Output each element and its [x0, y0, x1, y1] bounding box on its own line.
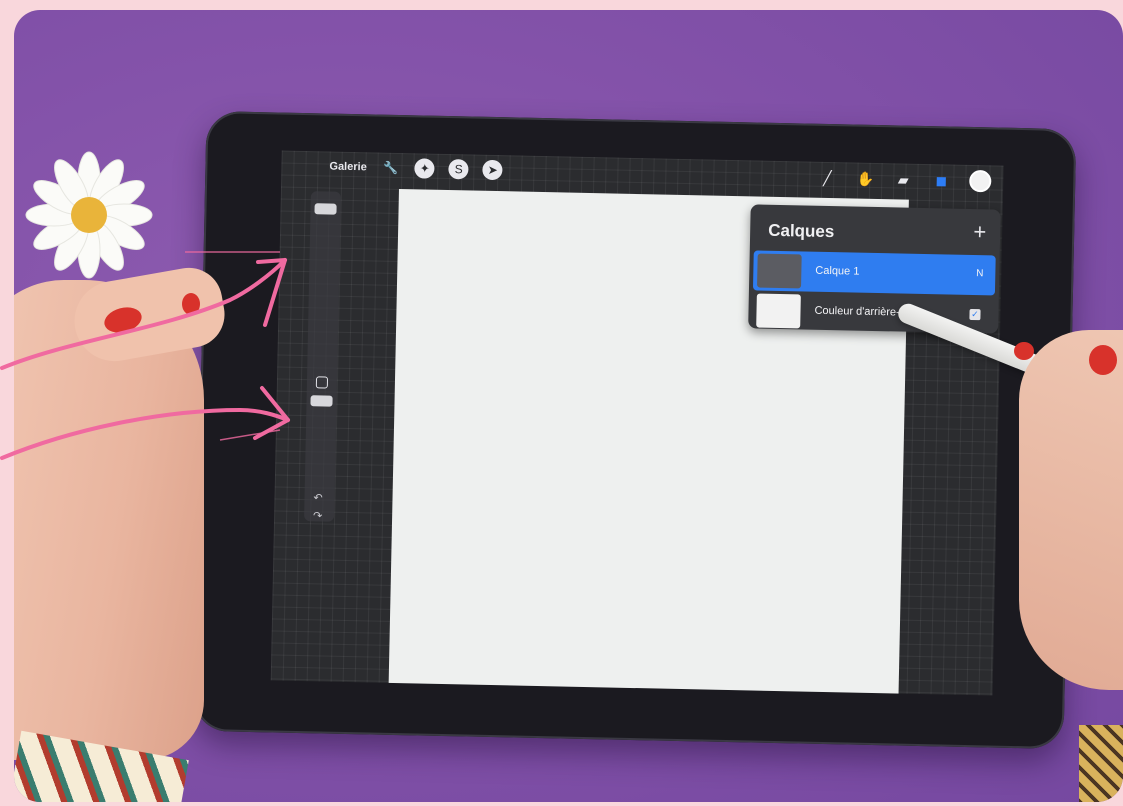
toolbar-right: ╱ ✋ ▰ ◼: [817, 167, 992, 193]
add-layer-button[interactable]: +: [973, 219, 986, 245]
red-nail: [1014, 342, 1034, 360]
color-circle-icon[interactable]: [969, 169, 992, 193]
procreate-screen: Galerie 🔧 ✦ S ➤ ╱ ✋ ▰ ◼ ↶ ↷ Calques + Ca…: [270, 150, 1004, 696]
brush-icon[interactable]: ╱: [817, 169, 837, 186]
layers-panel: Calques + Calque 1 N Couleur d'arrière-p…: [748, 204, 1001, 334]
layer-name: Calque 1: [815, 264, 860, 278]
layers-panel-title: Calques: [768, 220, 835, 242]
layer-thumbnail: [757, 253, 802, 289]
gallery-button[interactable]: Galerie: [329, 161, 367, 174]
brush-size-slider-handle[interactable]: [314, 203, 337, 215]
left-sidebar: ↶ ↷: [304, 191, 341, 522]
smudge-icon[interactable]: ✋: [855, 170, 875, 187]
magic-wand-icon[interactable]: ✦: [414, 158, 435, 179]
blend-mode-label[interactable]: N: [976, 268, 983, 279]
right-hand: [1019, 330, 1123, 690]
eraser-icon[interactable]: ▰: [893, 171, 913, 188]
procreate-topbar: Galerie 🔧 ✦ S ➤ ╱ ✋ ▰ ◼: [281, 151, 1003, 196]
red-nail: [1089, 345, 1117, 375]
modify-button[interactable]: [315, 376, 329, 389]
undo-icon[interactable]: ↶: [313, 491, 322, 504]
opacity-slider-handle[interactable]: [310, 395, 333, 407]
photo-frame: Galerie 🔧 ✦ S ➤ ╱ ✋ ▰ ◼ ↶ ↷ Calques + Ca…: [14, 10, 1123, 802]
visibility-checkbox[interactable]: ✓: [969, 308, 981, 321]
layer-thumbnail: [756, 293, 801, 329]
selection-s-icon[interactable]: S: [448, 159, 469, 180]
red-nail: [182, 293, 200, 315]
layer-row-calque-1[interactable]: Calque 1 N: [752, 250, 996, 296]
patterned-sleeve-right: [1079, 725, 1123, 802]
ipad-device: Galerie 🔧 ✦ S ➤ ╱ ✋ ▰ ◼ ↶ ↷ Calques + Ca…: [193, 110, 1077, 750]
daisy-flower-image: [25, 151, 153, 279]
redo-icon[interactable]: ↷: [313, 509, 322, 522]
wrench-icon[interactable]: 🔧: [381, 158, 401, 178]
cursor-arrow-icon[interactable]: ➤: [482, 159, 503, 181]
layers-icon[interactable]: ◼: [931, 172, 951, 189]
